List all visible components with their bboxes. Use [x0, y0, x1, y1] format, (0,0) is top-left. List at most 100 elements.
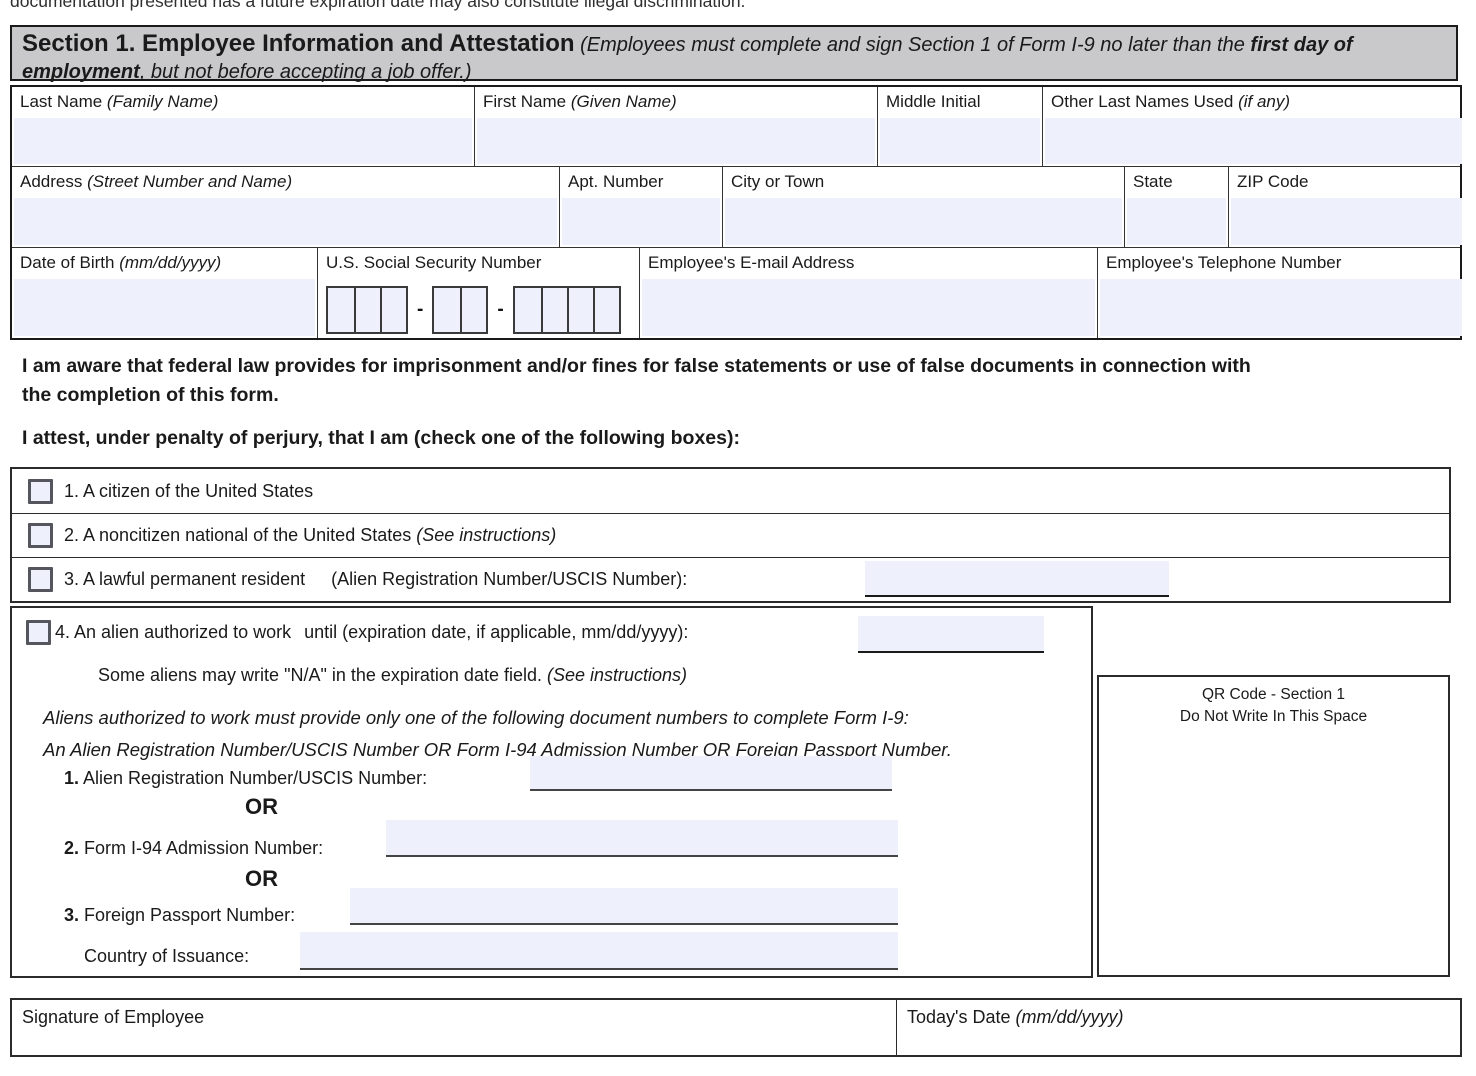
phone-cell: Employee's Telephone Number: [1097, 248, 1464, 338]
i94-number-row: 2. Form I-94 Admission Number:: [64, 838, 323, 859]
ssn-group-group[interactable]: [432, 286, 488, 334]
expiration-date-input[interactable]: [858, 616, 1044, 653]
passport-number-input[interactable]: [350, 888, 898, 925]
noncitizen-national-text: 2. A noncitizen national of the United S…: [64, 525, 411, 545]
ssn-digit-box[interactable]: [515, 288, 541, 332]
alien-number-row: 1. Alien Registration Number/USCIS Numbe…: [64, 768, 427, 789]
aliens-note-line1: Aliens authorized to work must provide o…: [43, 702, 952, 734]
ssn-digit-box[interactable]: [593, 288, 619, 332]
address-note: (Street Number and Name): [82, 172, 292, 191]
ssn-dash: -: [417, 299, 423, 321]
city-input[interactable]: [725, 198, 1122, 245]
address-input[interactable]: [14, 198, 557, 245]
option-row-citizen: 1. A citizen of the United States: [12, 469, 1449, 513]
ssn-digit-box[interactable]: [541, 288, 567, 332]
first-name-cell: First Name (Given Name): [474, 87, 877, 166]
qr-code-box: QR Code - Section 1 Do Not Write In This…: [1097, 675, 1450, 977]
signature-label: Signature of Employee: [22, 1007, 204, 1027]
ssn-group-serial[interactable]: [513, 286, 621, 334]
signature-row: Signature of Employee Today's Date (mm/d…: [10, 998, 1462, 1057]
phone-input[interactable]: [1100, 279, 1462, 336]
i94-number-index: 2.: [64, 838, 79, 858]
option-row-permanent-resident: 3. A lawful permanent resident (Alien Reg…: [12, 557, 1449, 601]
other-last-names-label: Other Last Names Used: [1051, 92, 1233, 111]
permanent-resident-suffix: (Alien Registration Number/USCIS Number)…: [331, 569, 687, 589]
middle-initial-cell: Middle Initial: [877, 87, 1042, 166]
country-of-issuance-row: Country of Issuance:: [84, 946, 249, 967]
citizenship-options-box: 1. A citizen of the United States 2. A n…: [10, 467, 1451, 603]
ssn-digit-box[interactable]: [380, 288, 406, 332]
permanent-resident-label: 3. A lawful permanent resident (Alien Reg…: [64, 569, 687, 590]
na-note: Some aliens may write "N/A" in the expir…: [98, 665, 687, 686]
last-name-cell: Last Name (Family Name): [12, 87, 474, 166]
na-note-italic: (See instructions): [542, 665, 687, 685]
passport-number-row: 3. Foreign Passport Number:: [64, 905, 295, 926]
state-cell: State: [1124, 167, 1228, 247]
employee-info-table: Last Name (Family Name) First Name (Give…: [10, 85, 1462, 340]
todays-date-cell[interactable]: Today's Date (mm/dd/yyyy): [897, 1000, 1460, 1055]
apt-number-label: Apt. Number: [568, 172, 663, 191]
passport-number-label: Foreign Passport Number:: [79, 905, 295, 925]
ssn-digit-box[interactable]: [434, 288, 460, 332]
noncitizen-national-checkbox[interactable]: [28, 523, 53, 548]
qr-code-title: QR Code - Section 1: [1099, 684, 1448, 706]
i9-form-section1-page: documentation presented has a future exp…: [0, 0, 1476, 1076]
alien-authorized-checkbox[interactable]: [26, 620, 51, 645]
attest-statement: I attest, under penalty of perjury, that…: [22, 424, 1322, 453]
first-name-input[interactable]: [477, 118, 875, 164]
or-separator-1: OR: [245, 794, 278, 820]
address-cell: Address (Street Number and Name): [12, 167, 559, 247]
clipped-instruction-text: documentation presented has a future exp…: [10, 0, 745, 12]
citizen-checkbox[interactable]: [28, 479, 53, 504]
alien-authorized-label: 4. An alien authorized to work until (exp…: [55, 622, 688, 643]
citizen-label: 1. A citizen of the United States: [64, 481, 313, 502]
option-row-noncitizen-national: 2. A noncitizen national of the United S…: [12, 513, 1449, 557]
email-cell: Employee's E-mail Address: [639, 248, 1097, 338]
qr-code-warning: Do Not Write In This Space: [1099, 706, 1448, 728]
federal-law-statement: I am aware that federal law provides for…: [22, 352, 1252, 411]
signature-cell[interactable]: Signature of Employee: [12, 1000, 897, 1055]
dob-input[interactable]: [14, 279, 315, 336]
last-name-input[interactable]: [14, 118, 472, 164]
alien-authorized-text: 4. An alien authorized to work: [55, 622, 291, 642]
address-label: Address: [20, 172, 82, 191]
email-input[interactable]: [642, 279, 1095, 336]
alien-number-input[interactable]: [530, 756, 892, 791]
permanent-resident-text: 3. A lawful permanent resident: [64, 569, 305, 589]
dob-note: (mm/dd/yyyy): [115, 253, 222, 272]
other-last-names-input[interactable]: [1045, 118, 1462, 164]
section1-title: Section 1. Employee Information and Atte…: [22, 30, 575, 57]
ssn-digit-box[interactable]: [567, 288, 593, 332]
phone-label: Employee's Telephone Number: [1106, 253, 1341, 272]
country-of-issuance-label: Country of Issuance:: [84, 946, 249, 966]
i94-number-label: Form I-94 Admission Number:: [79, 838, 323, 858]
ssn-group-area[interactable]: [326, 286, 408, 334]
ssn-boxes: - -: [326, 286, 621, 334]
dob-cell: Date of Birth (mm/dd/yyyy): [12, 248, 317, 338]
na-note-text: Some aliens may write "N/A" in the expir…: [98, 665, 542, 685]
table-row-address: Address (Street Number and Name) Apt. Nu…: [12, 166, 1460, 247]
ssn-digit-box[interactable]: [328, 288, 354, 332]
todays-date-label: Today's Date: [907, 1007, 1011, 1027]
or-separator-2: OR: [245, 866, 278, 892]
apt-number-input[interactable]: [562, 198, 720, 245]
other-last-names-cell: Other Last Names Used (if any): [1042, 87, 1464, 166]
ssn-digit-box[interactable]: [354, 288, 380, 332]
last-name-note: (Family Name): [102, 92, 218, 111]
zip-input[interactable]: [1231, 198, 1462, 245]
ssn-label: U.S. Social Security Number: [326, 253, 541, 272]
permanent-resident-checkbox[interactable]: [28, 567, 53, 592]
alien-authorized-until-text: until (expiration date, if applicable, m…: [304, 622, 688, 642]
i94-number-input[interactable]: [386, 820, 898, 857]
passport-number-index: 3.: [64, 905, 79, 925]
alien-authorized-box: 4. An alien authorized to work until (exp…: [10, 606, 1093, 978]
table-row-names: Last Name (Family Name) First Name (Give…: [12, 87, 1460, 166]
permanent-resident-alien-number-input[interactable]: [865, 561, 1169, 597]
zip-label: ZIP Code: [1237, 172, 1309, 191]
state-input[interactable]: [1127, 198, 1226, 245]
ssn-digit-box[interactable]: [460, 288, 486, 332]
section1-subtitle-post: , but not before accepting a job offer.): [140, 61, 472, 83]
city-cell: City or Town: [722, 167, 1124, 247]
country-of-issuance-input[interactable]: [300, 932, 898, 970]
middle-initial-input[interactable]: [880, 118, 1040, 164]
